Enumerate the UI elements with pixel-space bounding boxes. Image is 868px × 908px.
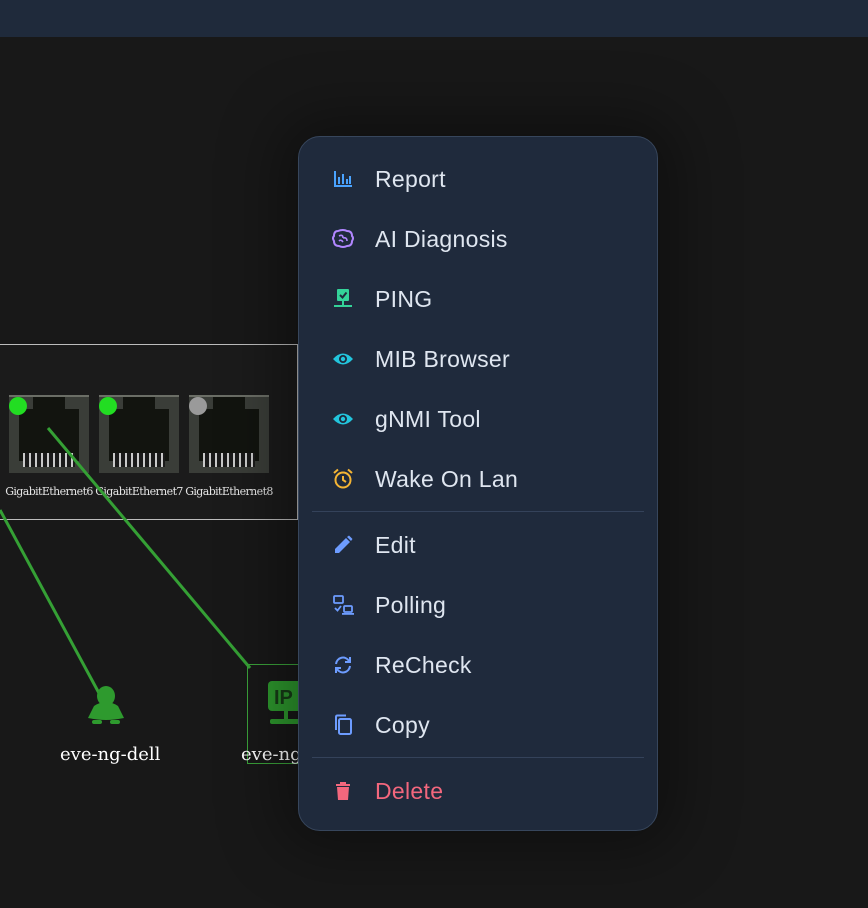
port-gigabitethernet8[interactable]: [189, 395, 269, 473]
menu-item-label: MIB Browser: [375, 345, 510, 372]
menu-item-label: ReCheck: [375, 651, 472, 678]
menu-item-mib-browser[interactable]: MIB Browser: [299, 329, 657, 389]
eye-icon: [331, 407, 355, 431]
top-bar: [0, 0, 868, 37]
menu-item-copy[interactable]: Copy: [299, 695, 657, 755]
port-gigabitethernet6[interactable]: [9, 395, 89, 473]
polling-icon: [331, 593, 355, 617]
menu-item-label: AI Diagnosis: [375, 225, 508, 252]
menu-item-delete[interactable]: Delete: [299, 761, 657, 821]
alarm-clock-icon: [331, 467, 355, 491]
linux-penguin-icon: [88, 686, 124, 724]
network-check-icon: [331, 287, 355, 311]
menu-item-gnmi-tool[interactable]: gNMI Tool: [299, 389, 657, 449]
port-label: GigabitEthernet7: [95, 485, 183, 498]
copy-icon: [331, 713, 355, 737]
menu-item-ai-diagnosis[interactable]: AI Diagnosis: [299, 209, 657, 269]
port-status-led: [9, 397, 27, 415]
port-label: GigabitEthernet6: [5, 485, 93, 498]
menu-item-label: Delete: [375, 777, 444, 804]
port-gigabitethernet7[interactable]: [99, 395, 179, 473]
svg-text:IP: IP: [274, 687, 293, 709]
device-port-panel[interactable]: GigabitEthernet6 GigabitEthernet7 Gigabi…: [0, 344, 298, 520]
refresh-icon: [331, 653, 355, 677]
chart-bar-icon: [331, 167, 355, 191]
menu-item-label: Polling: [375, 591, 447, 618]
menu-item-recheck[interactable]: ReCheck: [299, 635, 657, 695]
port-label: GigabitEthernet8: [185, 485, 273, 498]
pencil-icon: [331, 533, 355, 557]
node-label: eve-ng-dell: [60, 744, 161, 765]
node-eve-ng-dell[interactable]: [84, 684, 128, 728]
menu-item-edit[interactable]: Edit: [299, 515, 657, 575]
menu-item-label: Copy: [375, 711, 430, 738]
menu-item-label: Wake On Lan: [375, 465, 519, 492]
menu-item-label: PING: [375, 285, 433, 312]
brain-icon: [331, 227, 355, 251]
context-menu: Report AI Diagnosis PING MIB Browser gNM…: [298, 136, 658, 831]
menu-item-wake-on-lan[interactable]: Wake On Lan: [299, 449, 657, 509]
menu-item-label: Report: [375, 165, 446, 192]
menu-divider: [312, 757, 644, 758]
port-status-led: [99, 397, 117, 415]
menu-item-label: Edit: [375, 531, 416, 558]
trash-icon: [331, 779, 355, 803]
menu-item-ping[interactable]: PING: [299, 269, 657, 329]
menu-divider: [312, 511, 644, 512]
menu-item-polling[interactable]: Polling: [299, 575, 657, 635]
port-status-led: [189, 397, 207, 415]
menu-item-label: gNMI Tool: [375, 405, 481, 432]
eye-icon: [331, 347, 355, 371]
menu-item-report[interactable]: Report: [299, 149, 657, 209]
